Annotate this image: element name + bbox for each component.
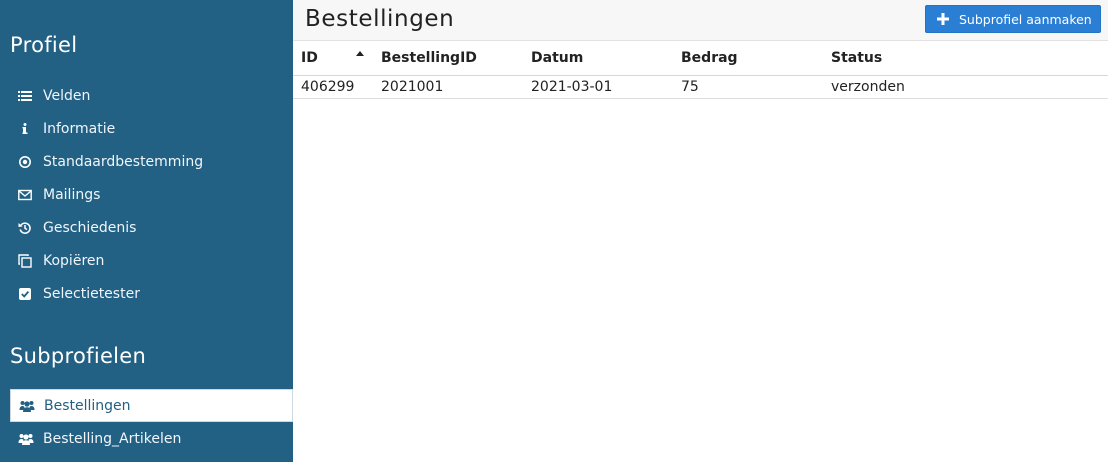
column-header-bestellingid[interactable]: BestellingID bbox=[373, 42, 523, 76]
main-panel: Bestellingen Subprofiel aanmaken ID Best… bbox=[293, 0, 1108, 462]
menu-item-label: Mailings bbox=[43, 186, 101, 203]
column-header-status[interactable]: Status bbox=[823, 42, 1108, 76]
subprofile-item-bestellingen[interactable]: Bestellingen bbox=[10, 389, 293, 422]
menu-item-label: Velden bbox=[43, 87, 91, 104]
table-header-row: ID BestellingID Datum Bedrag Status bbox=[293, 42, 1108, 76]
table-row[interactable]: 406299 2021001 2021-03-01 75 verzonden bbox=[293, 75, 1108, 99]
profile-menu: Velden Informatie Standaardbestemming Ma… bbox=[0, 79, 293, 310]
menu-item-standaardbestemming[interactable]: Standaardbestemming bbox=[0, 145, 293, 178]
cell-bedrag: 75 bbox=[673, 75, 823, 99]
cell-id: 406299 bbox=[293, 75, 373, 99]
envelope-icon bbox=[18, 188, 32, 202]
history-icon bbox=[18, 221, 32, 235]
subprofile-item-label: Bestelling_Artikelen bbox=[43, 430, 182, 447]
subprofiles-menu: Bestellingen Bestelling_Artikelen bbox=[0, 389, 293, 455]
info-icon bbox=[18, 122, 32, 136]
subprofiles-heading: Subprofielen bbox=[10, 344, 147, 368]
menu-item-velden[interactable]: Velden bbox=[0, 79, 293, 112]
menu-item-label: Selectietester bbox=[43, 285, 140, 302]
subprofile-item-label: Bestellingen bbox=[44, 397, 131, 414]
sidebar: Profiel Velden Informatie Standaardbeste… bbox=[0, 0, 293, 462]
menu-item-label: Informatie bbox=[43, 120, 116, 137]
menu-item-mailings[interactable]: Mailings bbox=[0, 178, 293, 211]
column-header-bedrag[interactable]: Bedrag bbox=[673, 42, 823, 76]
column-header-label: Bedrag bbox=[681, 50, 738, 67]
menu-item-label: Standaardbestemming bbox=[43, 153, 204, 170]
column-header-label: Datum bbox=[531, 50, 584, 67]
menu-item-label: Kopiëren bbox=[43, 252, 105, 269]
menu-item-geschiedenis[interactable]: Geschiedenis bbox=[0, 211, 293, 244]
users-icon bbox=[19, 399, 35, 413]
copy-icon bbox=[18, 253, 32, 268]
orders-table: ID BestellingID Datum Bedrag Status 4062… bbox=[293, 42, 1108, 99]
column-header-label: ID bbox=[301, 50, 318, 67]
list-icon bbox=[18, 89, 32, 103]
add-subprofile-button[interactable]: Subprofiel aanmaken bbox=[925, 5, 1101, 33]
toolbar: Bestellingen Subprofiel aanmaken bbox=[293, 0, 1108, 41]
add-subprofile-label: Subprofiel aanmaken bbox=[959, 11, 1092, 27]
menu-item-informatie[interactable]: Informatie bbox=[0, 112, 293, 145]
column-header-label: BestellingID bbox=[381, 50, 477, 67]
column-header-id[interactable]: ID bbox=[293, 42, 373, 76]
column-header-label: Status bbox=[831, 50, 883, 67]
plus-icon bbox=[937, 13, 949, 25]
profile-heading: Profiel bbox=[10, 33, 78, 57]
column-header-datum[interactable]: Datum bbox=[523, 42, 673, 76]
sort-ascending-icon bbox=[356, 51, 364, 56]
cell-datum: 2021-03-01 bbox=[523, 75, 673, 99]
checkbox-icon bbox=[18, 287, 32, 301]
page-title: Bestellingen bbox=[305, 6, 455, 32]
menu-item-selectietester[interactable]: Selectietester bbox=[0, 277, 293, 310]
target-icon bbox=[18, 155, 32, 169]
users-icon bbox=[18, 432, 34, 446]
menu-item-kopieren[interactable]: Kopiëren bbox=[0, 244, 293, 277]
cell-status: verzonden bbox=[823, 75, 1108, 99]
menu-item-label: Geschiedenis bbox=[43, 219, 137, 236]
cell-bestellingid: 2021001 bbox=[373, 75, 523, 99]
subprofile-item-bestelling-artikelen[interactable]: Bestelling_Artikelen bbox=[0, 422, 293, 455]
